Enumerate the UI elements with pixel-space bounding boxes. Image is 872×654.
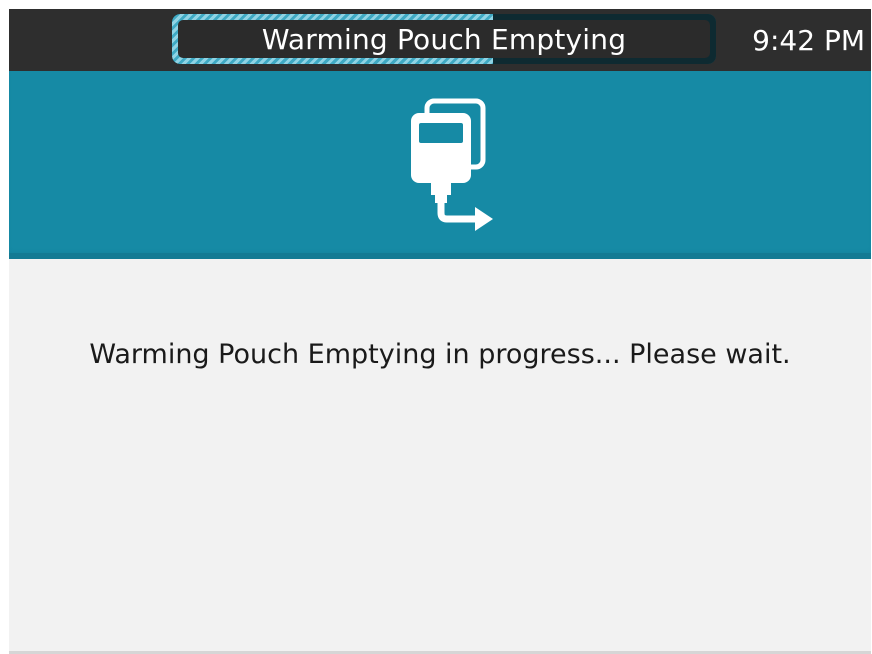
screen-title: Warming Pouch Emptying	[261, 22, 627, 56]
warming-pouch-empty-icon	[411, 98, 493, 231]
clock-time: 9:42 PM	[752, 23, 865, 57]
device-screen: Warming Pouch Emptying 9:42 PM Warming P…	[9, 9, 871, 654]
title-progress-indicator: Warming Pouch Emptying	[172, 14, 716, 64]
status-message: Warming Pouch Emptying in progress... Pl…	[89, 339, 791, 370]
status-bar: Warming Pouch Emptying 9:42 PM	[9, 9, 871, 71]
header-band	[9, 71, 871, 259]
